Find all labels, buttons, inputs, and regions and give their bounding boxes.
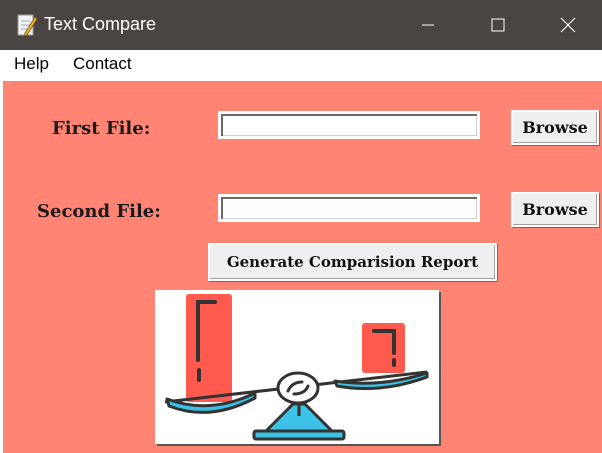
close-icon: [560, 17, 576, 33]
first-file-label: First File:: [52, 118, 151, 139]
maximize-icon: [491, 18, 505, 32]
second-file-label: Second File:: [37, 201, 161, 222]
second-browse-button[interactable]: Browse: [511, 192, 599, 227]
close-button[interactable]: [533, 0, 602, 50]
maximize-button[interactable]: [463, 0, 533, 50]
notepad-pencil-icon: [16, 13, 38, 37]
first-browse-button[interactable]: Browse: [511, 110, 599, 145]
minimize-icon: [422, 24, 434, 26]
title-bar: Text Compare: [0, 0, 602, 50]
balance-scale-icon: [164, 294, 429, 441]
first-file-input[interactable]: [218, 111, 480, 139]
minimize-button[interactable]: [393, 0, 463, 50]
menu-bar: Help Contact: [0, 50, 602, 79]
menu-contact[interactable]: Contact: [73, 54, 132, 74]
window-title: Text Compare: [44, 14, 157, 34]
menu-help[interactable]: Help: [14, 54, 49, 74]
illustration-panel: [155, 290, 439, 444]
generate-report-button[interactable]: Generate Comparision Report: [208, 243, 497, 281]
second-file-input[interactable]: [218, 194, 480, 222]
